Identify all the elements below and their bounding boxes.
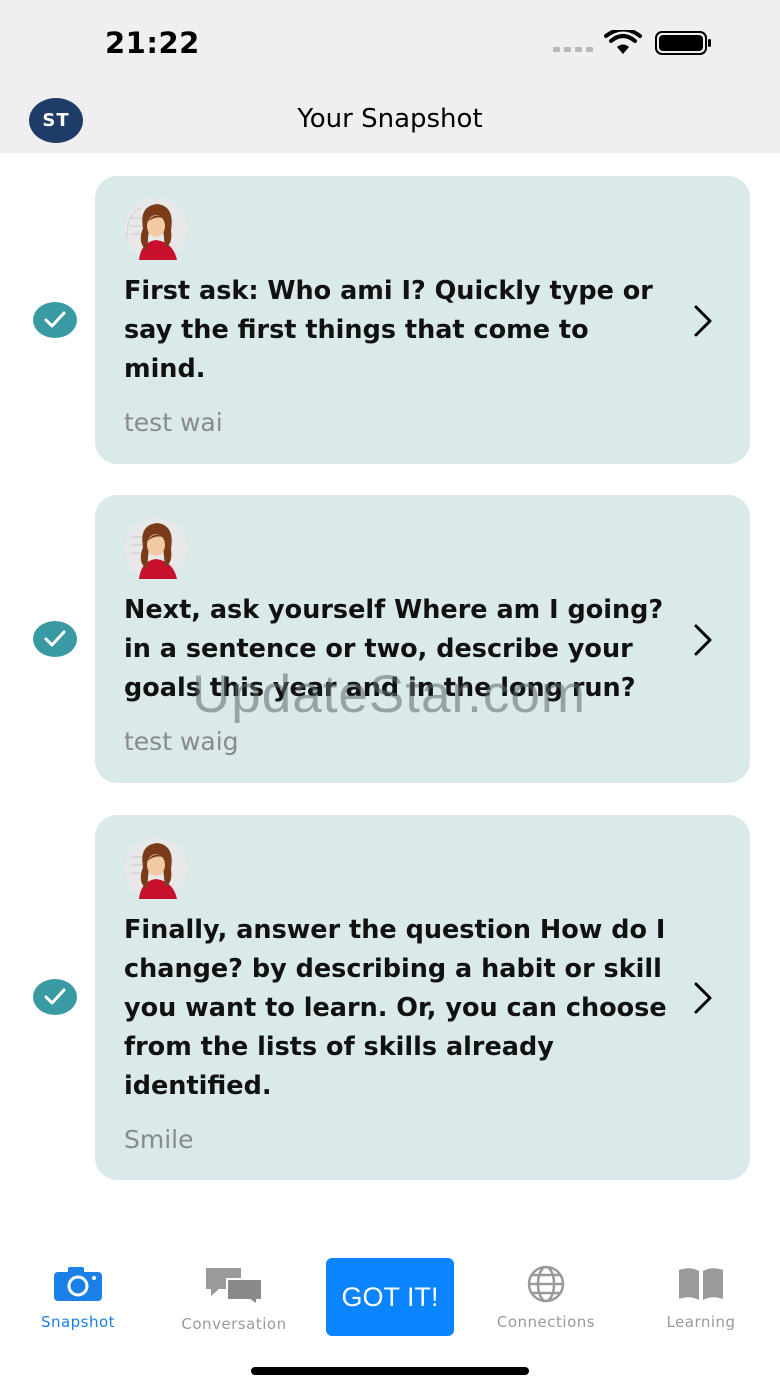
card-answer: Smile bbox=[124, 1125, 194, 1154]
coach-avatar-icon bbox=[125, 517, 187, 579]
snapshot-card-who-am-i[interactable]: First ask: Who ami I? Quickly type or sa… bbox=[95, 176, 750, 464]
completed-check-icon bbox=[33, 979, 77, 1015]
snapshot-card-how-do-i-change[interactable]: Finally, answer the question How do I ch… bbox=[95, 815, 750, 1180]
battery-icon bbox=[655, 31, 711, 55]
book-icon bbox=[679, 1268, 723, 1300]
nav-bar: ST Your Snapshot bbox=[0, 90, 780, 153]
tab-connections[interactable]: Connections bbox=[488, 1265, 604, 1331]
tab-label: Learning bbox=[666, 1313, 736, 1331]
wifi-icon bbox=[604, 30, 642, 54]
chevron-right-icon bbox=[694, 982, 712, 1014]
card-prompt: Finally, answer the question How do I ch… bbox=[124, 915, 667, 1101]
chat-bubbles-icon bbox=[206, 1268, 263, 1307]
coach-avatar-icon bbox=[125, 198, 187, 260]
tab-label: Snapshot bbox=[40, 1313, 116, 1331]
got-it-button[interactable]: GOT IT! bbox=[326, 1258, 454, 1336]
cellular-signal-icon bbox=[553, 47, 593, 52]
home-indicator[interactable] bbox=[251, 1367, 529, 1375]
status-bar: 21:22 bbox=[0, 0, 780, 90]
watermark: UpdateStar.com bbox=[192, 665, 587, 724]
completed-check-icon bbox=[33, 621, 77, 657]
tab-snapshot[interactable]: Snapshot bbox=[30, 1265, 126, 1331]
chevron-right-icon bbox=[694, 305, 712, 337]
tab-conversation[interactable]: Conversation bbox=[172, 1265, 296, 1333]
camera-icon bbox=[54, 1267, 102, 1301]
coach-avatar-icon bbox=[125, 837, 187, 899]
card-answer: test wai bbox=[124, 408, 223, 437]
status-time: 21:22 bbox=[105, 26, 200, 60]
globe-icon bbox=[527, 1265, 565, 1303]
completed-check-icon bbox=[33, 302, 77, 338]
card-answer: test waig bbox=[124, 727, 239, 756]
tab-label: Conversation bbox=[181, 1315, 287, 1333]
page-title: Your Snapshot bbox=[297, 104, 483, 134]
snapshot-card-where-am-i-going[interactable]: Next, ask yourself Where am I going? in … bbox=[95, 495, 750, 783]
tab-label: Connections bbox=[496, 1313, 596, 1331]
card-prompt: First ask: Who ami I? Quickly type or sa… bbox=[124, 276, 653, 384]
tab-learning[interactable]: Learning bbox=[659, 1265, 743, 1331]
chevron-right-icon bbox=[694, 624, 712, 656]
